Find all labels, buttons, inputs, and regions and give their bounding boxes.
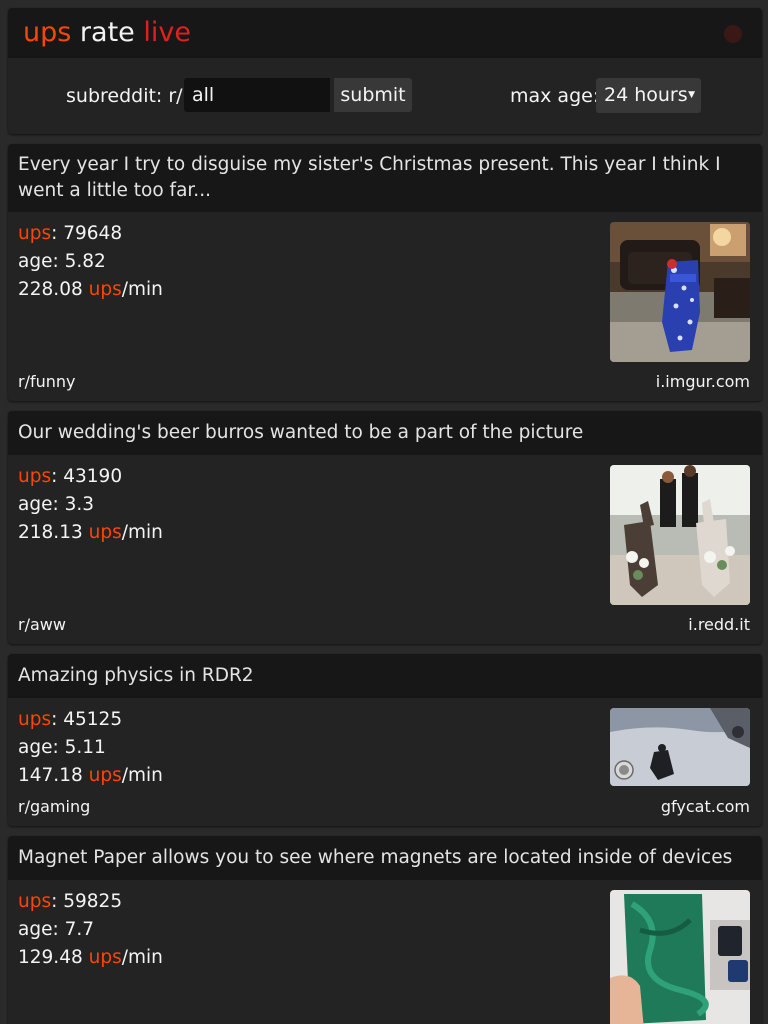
domain-link[interactable]: i.imgur.com: [656, 372, 750, 392]
ups-line: ups: 59825: [18, 891, 123, 912]
living-room-gift-thumbnail[interactable]: [610, 222, 750, 362]
post-stats: ups: 59825 age: 7.7 129.48 ups/min: [18, 888, 163, 972]
per-min-label: /min: [121, 279, 163, 300]
per-min-label: /min: [121, 522, 163, 543]
ups-label: ups: [18, 891, 52, 912]
age-line: age: 5.11: [18, 734, 163, 762]
age-line: age: 3.3: [18, 491, 163, 519]
ups-line: ups: 45125: [18, 709, 123, 730]
title-bar: ups rate live: [8, 8, 762, 58]
age-line: age: 5.82: [18, 248, 163, 276]
post-body: ups: 79648 age: 5.82 228.08 ups/min r/fu…: [8, 212, 762, 401]
post-card: Amazing physics in RDR2 ups: 45125 age: …: [8, 654, 762, 826]
ups-value: 59825: [63, 891, 123, 912]
age-line: age: 7.7: [18, 916, 163, 944]
rate-line: 147.18 ups/min: [18, 762, 163, 790]
ups-label: ups: [18, 709, 52, 730]
magnet-paper-thumbnail[interactable]: [610, 890, 750, 1024]
max-age-label: max age:: [510, 85, 600, 107]
post-title[interactable]: Amazing physics in RDR2: [8, 654, 762, 698]
age-label: age:: [18, 737, 59, 758]
ups-line: ups: 43190: [18, 466, 123, 487]
post-title[interactable]: Magnet Paper allows you to see where mag…: [8, 836, 762, 880]
post-body: ups: 59825 age: 7.7 129.48 ups/min: [8, 880, 762, 1024]
subreddit-label: subreddit: r/: [66, 85, 183, 107]
snowy-game-scene-thumbnail[interactable]: [610, 708, 750, 786]
age-label: age:: [18, 251, 59, 272]
post-title[interactable]: Our wedding's beer burros wanted to be a…: [8, 411, 762, 455]
max-age-select[interactable]: 24 hours ▼: [596, 78, 701, 113]
age-value: 5.11: [64, 737, 106, 758]
post-stats: ups: 43190 age: 3.3 218.13 ups/min: [18, 463, 163, 547]
app-title: ups rate live: [23, 18, 191, 48]
app-title-rate: rate: [79, 17, 135, 48]
page: ups rate live subreddit: r/ submit max a…: [0, 0, 768, 1024]
header-panel: ups rate live subreddit: r/ submit max a…: [8, 8, 762, 134]
rate-value: 147.18: [18, 765, 83, 786]
rate-ups-label: ups: [88, 279, 122, 300]
rate-ups-label: ups: [88, 947, 122, 968]
rate-ups-label: ups: [88, 522, 122, 543]
post-card: Every year I try to disguise my sister's…: [8, 144, 762, 401]
rate-value: 218.13: [18, 522, 83, 543]
age-value: 5.82: [64, 251, 106, 272]
app-title-live: live: [143, 17, 191, 48]
controls-bar: subreddit: r/ submit max age: 24 hours ▼: [8, 58, 762, 134]
post-card: Magnet Paper allows you to see where mag…: [8, 836, 762, 1024]
post-title[interactable]: Every year I try to disguise my sister's…: [8, 144, 762, 212]
domain-link[interactable]: i.redd.it: [688, 615, 750, 635]
ups-label: ups: [18, 223, 52, 244]
rate-line: 218.13 ups/min: [18, 519, 163, 547]
domain-link[interactable]: gfycat.com: [661, 797, 750, 817]
wedding-donkeys-thumbnail[interactable]: [610, 465, 750, 605]
rate-line: 129.48 ups/min: [18, 944, 163, 972]
per-min-label: /min: [121, 947, 163, 968]
post-stats: ups: 79648 age: 5.82 228.08 ups/min: [18, 220, 163, 304]
rate-ups-label: ups: [88, 765, 122, 786]
subreddit-input[interactable]: [184, 78, 330, 112]
subreddit-link[interactable]: r/funny: [18, 372, 76, 392]
ups-value: 43190: [63, 466, 123, 487]
subreddit-link[interactable]: r/aww: [18, 615, 66, 635]
submit-button[interactable]: submit: [334, 78, 412, 112]
age-value: 7.7: [64, 919, 95, 940]
per-min-label: /min: [121, 765, 163, 786]
caret-down-icon: ▼: [688, 90, 695, 100]
ups-value: 45125: [63, 709, 123, 730]
age-label: age:: [18, 494, 59, 515]
post-stats: ups: 45125 age: 5.11 147.18 ups/min: [18, 706, 163, 790]
app-title-ups: ups: [23, 17, 72, 48]
live-indicator-icon: [724, 25, 742, 43]
age-label: age:: [18, 919, 59, 940]
post-body: ups: 43190 age: 3.3 218.13 ups/min r/aww…: [8, 455, 762, 644]
ups-value: 79648: [63, 223, 123, 244]
post-body: ups: 45125 age: 5.11 147.18 ups/min r/ga…: [8, 698, 762, 826]
subreddit-link[interactable]: r/gaming: [18, 797, 90, 817]
ups-label: ups: [18, 466, 52, 487]
rate-line: 228.08 ups/min: [18, 276, 163, 304]
rate-value: 228.08: [18, 279, 83, 300]
post-card: Our wedding's beer burros wanted to be a…: [8, 411, 762, 644]
age-value: 3.3: [64, 494, 95, 515]
max-age-value: 24 hours: [604, 84, 688, 106]
ups-line: ups: 79648: [18, 223, 123, 244]
rate-value: 129.48: [18, 947, 83, 968]
